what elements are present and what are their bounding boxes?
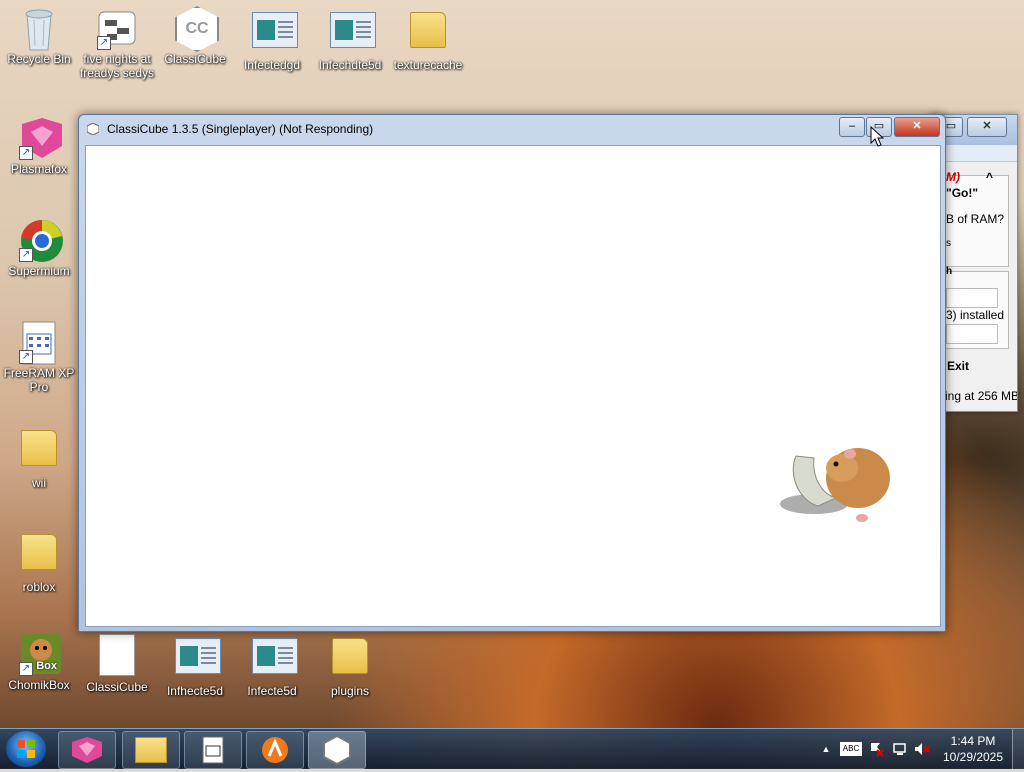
blank-file-icon	[97, 634, 137, 678]
shortcut-arrow-icon: ↗	[19, 146, 33, 160]
desktop-icon-infechdte5d[interactable]: Infechdte5d	[312, 6, 388, 72]
classicube-window-icon	[87, 123, 99, 135]
game-canvas[interactable]	[85, 145, 941, 627]
tray-volume-muted-icon[interactable]	[914, 741, 930, 757]
window-file-icon	[175, 638, 221, 682]
supermium-icon: ↗	[19, 218, 63, 262]
desktop-icon-label: Infhecte5d	[166, 684, 224, 698]
window-title: ClassiCube 1.3.5 (Singleplayer) (Not Res…	[107, 122, 374, 136]
shortcut-arrow-icon: ↗	[19, 350, 33, 364]
freeram-exit-button[interactable]: Exit	[947, 359, 969, 373]
taskbar-freeram[interactable]	[184, 731, 242, 769]
window-file-icon	[330, 12, 376, 56]
classicube-icon	[323, 735, 351, 765]
desktop-icon-label: FreeRAM XP Pro	[3, 366, 75, 394]
desktop-icon-recycle-bin[interactable]: Recycle Bin	[1, 6, 77, 66]
avast-icon	[262, 737, 288, 763]
mouse-cursor-icon	[870, 126, 884, 147]
freeram-text-5: h	[946, 266, 953, 277]
clock-time: 1:44 PM	[950, 734, 996, 748]
desktop-icon-freeram[interactable]: ↗ FreeRAM XP Pro	[1, 320, 77, 394]
desktop-icon-label: Supermium	[8, 264, 70, 278]
taskbar: ▲ ABC 1:44 PM 10/29/2025	[0, 728, 1024, 769]
desktop-icon-label: wii	[32, 476, 46, 490]
freeram-text-2: "Go!"	[946, 186, 979, 200]
chomikbox-badge: Box	[36, 660, 57, 672]
calendar-app-icon: ↗	[19, 320, 59, 365]
desktop-icon-roblox[interactable]: roblox	[1, 528, 77, 594]
desktop-icon-label: plugins	[330, 684, 370, 698]
classicube-window[interactable]: ClassiCube 1.3.5 (Singleplayer) (Not Res…	[78, 114, 946, 632]
show-desktop-button[interactable]	[1012, 729, 1024, 769]
start-button[interactable]	[6, 731, 46, 767]
desktop-icon-infecte5d[interactable]: Infecte5d	[234, 632, 310, 698]
freeram-text-6: 3) installed	[946, 308, 1005, 322]
tray-network-icon[interactable]	[892, 741, 908, 757]
taskbar-classicube[interactable]	[308, 731, 366, 769]
desktop-icon-texturecache[interactable]: texturecache	[390, 6, 466, 72]
desktop-icon-label: texturecache	[393, 58, 463, 72]
desktop-icon-label: roblox	[22, 580, 56, 594]
freeram-text-3: B of RAM?	[946, 212, 1005, 226]
freeram-text-1: M)	[946, 170, 960, 184]
shortcut-arrow-icon: ↗	[97, 36, 111, 50]
taskbar-plasmafox[interactable]	[58, 731, 116, 769]
desktop-icon-infected-gd[interactable]: Infectedgd	[234, 6, 310, 72]
desktop-icon-classicube-top[interactable]: CC ClassiCube	[157, 6, 233, 66]
scratch-app-icon: ↗	[97, 6, 137, 50]
window-file-icon	[252, 638, 298, 682]
desktop-icon-infhecte5d[interactable]: Infhecte5d	[157, 632, 233, 698]
desktop-icon-label: ClassiCube	[86, 680, 148, 694]
minimize-button[interactable]: –	[839, 117, 865, 137]
shortcut-arrow-icon: ↗	[19, 662, 33, 676]
plasmafox-icon: ↗	[19, 116, 62, 160]
music-folder-icon	[19, 430, 59, 474]
taskbar-clock[interactable]: 1:44 PM 10/29/2025	[936, 733, 1010, 765]
hamster-image	[780, 448, 890, 522]
desktop-icon-plugins[interactable]: plugins	[312, 632, 388, 698]
windows-logo-icon	[17, 740, 35, 758]
taskbar-explorer[interactable]	[122, 731, 180, 769]
desktop-icon-label: ChomikBox	[8, 678, 70, 692]
desktop-icon-classicube-bottom[interactable]: ClassiCube	[79, 632, 155, 694]
shortcut-arrow-icon: ↗	[19, 248, 33, 262]
plasmafox-icon	[72, 737, 102, 763]
desktop-icon-label: five nights at freadys sedys	[79, 52, 155, 80]
tray-show-hidden-icon[interactable]: ▲	[818, 741, 834, 757]
desktop-icon-supermium[interactable]: ↗ Supermium	[1, 218, 77, 278]
window-file-icon	[252, 12, 298, 56]
classicube-icon: CC	[175, 6, 219, 52]
tray-keyboard-icon[interactable]: ABC	[840, 742, 862, 756]
calendar-app-icon	[202, 736, 224, 764]
desktop-icon-label: Infectedgd	[243, 58, 301, 72]
tray-action-center-icon[interactable]	[868, 741, 884, 757]
folder-icon	[19, 534, 59, 578]
desktop-icon-label: Infechdte5d	[318, 58, 382, 72]
desktop-icon-plasmafox[interactable]: ↗ Plasmafox	[1, 116, 77, 176]
clock-date: 10/29/2025	[942, 750, 1004, 764]
folder-icon	[330, 638, 370, 682]
recycle-bin-icon	[19, 6, 59, 51]
desktop-icon-label: Recycle Bin	[7, 52, 71, 66]
desktop-icon-five-nights[interactable]: ↗ five nights at freadys sedys	[79, 6, 155, 80]
folder-icon	[135, 737, 167, 763]
desktop-icon-chomikbox[interactable]: ↗ Box ChomikBox	[1, 632, 77, 692]
freeram-collapse-icon[interactable]: ^	[986, 170, 993, 184]
desktop-icon-label: ClassiCube	[164, 52, 226, 66]
desktop-icon-label: Plasmafox	[10, 162, 68, 176]
chomikbox-icon: ↗ Box	[19, 632, 61, 676]
close-button[interactable]: ✕	[894, 117, 940, 137]
freeram-close-button[interactable]: ✕	[967, 117, 1007, 137]
freeram-text-4: s	[946, 238, 951, 249]
desktop-icon-wii[interactable]: wii	[1, 424, 77, 490]
desktop-icon-label: Infecte5d	[247, 684, 297, 698]
freeram-status: ing at 256 MB	[945, 389, 1018, 403]
folder-icon	[408, 12, 448, 56]
taskbar-avast[interactable]	[246, 731, 304, 769]
